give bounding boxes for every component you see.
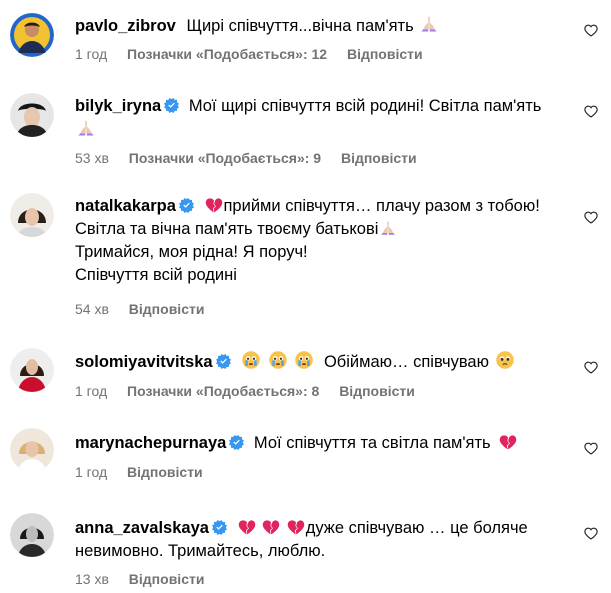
comment-meta: 13 хв Відповісти — [75, 570, 220, 588]
reply-button[interactable]: Відповісти — [129, 301, 205, 317]
comment-time[interactable]: 1 год — [75, 383, 107, 399]
comment-time[interactable]: 1 год — [75, 464, 107, 480]
likes-count-link[interactable]: Позначки «Подобається»: 12 — [127, 46, 327, 62]
like-heart-icon[interactable] — [584, 442, 598, 455]
comment-text: natalkakarpa прийми співчуття… плачу раз… — [75, 195, 565, 287]
verified-badge-icon — [212, 520, 227, 535]
comment-text: solomiyavitvitska Обіймаю… співчуваю — [75, 350, 565, 374]
verified-badge-icon — [179, 198, 194, 213]
pray-emoji-icon — [379, 219, 397, 237]
comment-item: bilyk_iryna Мої щирі співчуття всій роди… — [0, 80, 611, 180]
like-heart-icon[interactable] — [584, 527, 598, 540]
username[interactable]: solomiyavitvitska — [75, 353, 213, 371]
crying-face-icon — [294, 350, 314, 370]
comment-body: Щирі співчуття...вічна пам'ять — [186, 17, 414, 35]
comment-time[interactable]: 54 хв — [75, 301, 109, 317]
broken-heart-icon — [287, 519, 305, 536]
broken-heart-icon — [262, 519, 280, 536]
comment-time[interactable]: 53 хв — [75, 150, 109, 166]
username[interactable]: pavlo_zibrov — [75, 17, 176, 35]
comment-time[interactable]: 13 хв — [75, 571, 109, 587]
comment-item: pavlo_zibrov Щирі співчуття...вічна пам'… — [0, 0, 611, 80]
broken-heart-icon — [238, 519, 256, 536]
avatar[interactable] — [10, 348, 54, 392]
comment-item: natalkakarpa прийми співчуття… плачу раз… — [0, 180, 611, 335]
comment-body: Обіймаю… співчуваю — [323, 353, 489, 371]
comment-text: marynachepurnaya Мої співчуття та світла… — [75, 432, 565, 455]
comment-text: bilyk_iryna Мої щирі співчуття всій роди… — [75, 95, 565, 142]
username[interactable]: marynachepurnaya — [75, 434, 226, 452]
comment-body: Мої щирі співчуття всій родині! Світла п… — [188, 97, 542, 115]
comment-body: дуже співчуваю … це боляче — [305, 519, 528, 537]
avatar[interactable] — [10, 513, 54, 557]
comment-meta: 1 год Позначки «Подобається»: 12 Відпові… — [75, 45, 439, 63]
comment-meta: 1 год Відповісти — [75, 463, 219, 481]
crying-face-icon — [241, 350, 261, 370]
avatar[interactable] — [10, 193, 54, 237]
verified-badge-icon — [164, 98, 179, 113]
pray-emoji-icon — [76, 118, 96, 138]
comment-meta: 1 год Позначки «Подобається»: 8 Відповіс… — [75, 382, 431, 400]
comment-body-line: невимовно. Тримайтесь, люблю. — [75, 542, 326, 560]
avatar[interactable] — [10, 93, 54, 137]
avatar[interactable] — [10, 428, 54, 472]
broken-heart-icon — [499, 434, 517, 451]
like-heart-icon[interactable] — [584, 361, 598, 374]
broken-heart-icon — [205, 197, 223, 214]
pleading-face-icon — [495, 350, 515, 370]
comment-item: solomiyavitvitska Обіймаю… співчуваю 1 г… — [0, 335, 611, 415]
avatar[interactable] — [10, 13, 54, 57]
comment-meta: 53 хв Позначки «Подобається»: 9 Відповіс… — [75, 149, 433, 167]
comment-body-line: Світла та вічна пам'ять твоєму батькові — [75, 220, 379, 238]
like-heart-icon[interactable] — [584, 211, 598, 224]
likes-count-link[interactable]: Позначки «Подобається»: 8 — [127, 383, 319, 399]
pray-emoji-icon — [419, 14, 439, 34]
comment-meta: 54 хв Відповісти — [75, 300, 220, 318]
likes-count-link[interactable]: Позначки «Подобається»: 9 — [129, 150, 321, 166]
comment-body: Мої співчуття та світла пам'ять — [253, 434, 491, 452]
comment-body: прийми співчуття… плачу разом з тобою! — [223, 197, 540, 215]
comment-body-line: Тримайся, моя рідна! Я поруч! — [75, 243, 308, 261]
reply-button[interactable]: Відповісти — [127, 464, 203, 480]
username[interactable]: anna_zavalskaya — [75, 519, 209, 537]
comment-text: pavlo_zibrov Щирі співчуття...вічна пам'… — [75, 14, 565, 38]
reply-button[interactable]: Відповісти — [341, 150, 417, 166]
comment-text: anna_zavalskaya дуже співчуваю … це боля… — [75, 517, 565, 563]
username[interactable]: natalkakarpa — [75, 197, 176, 215]
verified-badge-icon — [216, 354, 231, 369]
comment-item: marynachepurnaya Мої співчуття та світла… — [0, 415, 611, 500]
comment-time[interactable]: 1 год — [75, 46, 107, 62]
reply-button[interactable]: Відповісти — [347, 46, 423, 62]
crying-face-icon — [268, 350, 288, 370]
like-heart-icon[interactable] — [584, 24, 598, 37]
comment-item: anna_zavalskaya дуже співчуваю … це боля… — [0, 500, 611, 593]
reply-button[interactable]: Відповісти — [129, 571, 205, 587]
like-heart-icon[interactable] — [584, 105, 598, 118]
username[interactable]: bilyk_iryna — [75, 97, 161, 115]
verified-badge-icon — [229, 435, 244, 450]
comment-body-line: Співчуття всій родині — [75, 266, 237, 284]
reply-button[interactable]: Відповісти — [339, 383, 415, 399]
